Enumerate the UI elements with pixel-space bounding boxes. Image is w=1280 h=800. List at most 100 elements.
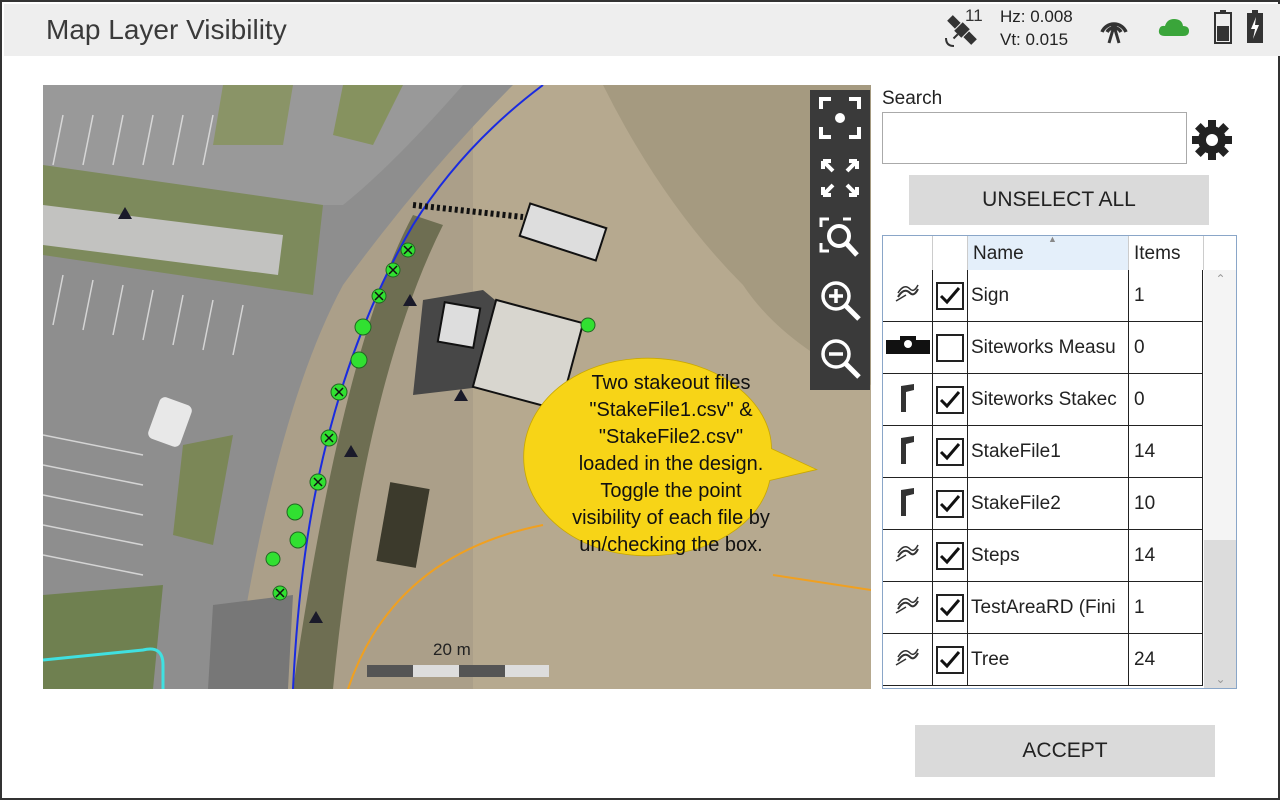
page-title: Map Layer Visibility <box>46 14 287 45</box>
layer-item-count: 0 <box>1129 322 1203 373</box>
table-row[interactable]: StakeFile2 10 <box>883 478 1203 530</box>
measure-instrument-icon <box>885 336 930 359</box>
layer-type-cell <box>883 270 933 321</box>
point-code-icon <box>894 283 922 308</box>
cloud-icon[interactable] <box>1158 16 1190 38</box>
layer-name: Siteworks Measu <box>968 322 1129 373</box>
fit-to-screen-button[interactable] <box>818 156 862 200</box>
scale-label: 20 m <box>433 640 471 659</box>
zoom-out-button[interactable] <box>818 336 862 380</box>
header-name-column[interactable]: ▲ Name <box>968 236 1129 270</box>
check-icon <box>939 546 961 564</box>
layer-type-cell <box>883 582 933 633</box>
stake-flag-icon <box>898 486 918 521</box>
table-row[interactable]: Siteworks Measu 0 <box>883 322 1203 374</box>
scale-bar <box>367 665 549 677</box>
layer-name: TestAreaRD (Fini <box>968 582 1129 633</box>
scroll-thumb[interactable] <box>1204 540 1236 688</box>
table-row[interactable]: TestAreaRD (Fini 1 <box>883 582 1203 634</box>
table-row[interactable]: Steps 14 <box>883 530 1203 582</box>
check-icon <box>939 598 961 616</box>
zoom-to-selection-icon <box>819 217 859 257</box>
scroll-up-icon[interactable]: ⌃ <box>1204 272 1236 290</box>
zoom-extents-icon <box>819 97 861 139</box>
visibility-cell <box>933 478 968 529</box>
visibility-checkbox[interactable] <box>936 541 964 570</box>
satellite-count: 11 <box>965 6 983 25</box>
layer-name: Sign <box>968 270 1129 321</box>
scroll-down-icon[interactable]: ⌄ <box>1204 672 1236 688</box>
visibility-checkbox[interactable] <box>936 645 964 674</box>
layer-type-cell <box>883 322 933 373</box>
layer-name: Siteworks Stakec <box>968 374 1129 425</box>
visibility-cell <box>933 634 968 685</box>
zoom-in-icon <box>821 281 861 321</box>
visibility-cell <box>933 426 968 477</box>
hz-precision: Hz: 0.008 <box>1000 7 1073 26</box>
layer-type-cell <box>883 426 933 477</box>
layer-name: StakeFile2 <box>968 478 1129 529</box>
point-code-icon <box>894 647 922 672</box>
callout-text: Two stakeout files "StakeFile1.csv" & "S… <box>572 372 770 556</box>
visibility-cell <box>933 322 968 373</box>
layer-type-cell <box>883 478 933 529</box>
fit-to-screen-icon <box>821 159 859 197</box>
check-icon <box>939 494 961 512</box>
layer-item-count: 1 <box>1129 270 1203 321</box>
title-bar: Map Layer Visibility <box>4 4 1280 56</box>
visibility-checkbox[interactable] <box>936 281 964 310</box>
check-icon <box>939 286 961 304</box>
zoom-in-button[interactable] <box>818 278 862 322</box>
zoom-out-icon <box>821 339 861 379</box>
radio-signal-icon[interactable] <box>1096 10 1132 44</box>
check-icon <box>939 390 961 408</box>
table-scrollbar[interactable]: ⌃ ⌄ <box>1204 270 1236 688</box>
layers-table: ▲ Name Items Sign 1 Siteworks Measu 0 Sitewo… <box>882 235 1237 689</box>
visibility-checkbox[interactable] <box>936 593 964 622</box>
visibility-cell <box>933 582 968 633</box>
layer-item-count: 14 <box>1129 530 1203 581</box>
header-icon-column[interactable] <box>883 236 933 270</box>
point-code-icon <box>894 595 922 620</box>
table-row[interactable]: Tree 24 <box>883 634 1203 686</box>
layer-name: Steps <box>968 530 1129 581</box>
precision-readout[interactable]: Hz: 0.008 Vt: 0.015 <box>1000 5 1073 51</box>
layer-name: Tree <box>968 634 1129 685</box>
zoom-extents-button[interactable] <box>818 96 862 140</box>
sort-ascending-icon: ▲ <box>1048 235 1057 244</box>
stake-flag-icon <box>898 382 918 417</box>
table-row[interactable]: StakeFile1 14 <box>883 426 1203 478</box>
header-items-column[interactable]: Items <box>1129 236 1204 270</box>
layer-item-count: 10 <box>1129 478 1203 529</box>
point-code-icon <box>894 543 922 568</box>
accept-button[interactable]: ACCEPT <box>915 725 1215 777</box>
check-icon <box>939 442 961 460</box>
table-row[interactable]: Siteworks Stakec 0 <box>883 374 1203 426</box>
layer-type-cell <box>883 530 933 581</box>
search-label: Search <box>882 88 943 109</box>
visibility-cell <box>933 270 968 321</box>
header-check-column[interactable] <box>933 236 968 270</box>
zoom-to-selection-button[interactable] <box>818 216 862 260</box>
layer-type-cell <box>883 374 933 425</box>
layer-item-count: 14 <box>1129 426 1203 477</box>
check-icon <box>939 650 961 668</box>
power-icon[interactable] <box>1246 10 1264 44</box>
table-header: ▲ Name Items <box>883 236 1236 270</box>
stake-flag-icon <box>898 434 918 469</box>
layer-item-count: 0 <box>1129 374 1203 425</box>
layer-item-count: 24 <box>1129 634 1203 685</box>
vt-precision: Vt: 0.015 <box>1000 30 1069 49</box>
layer-name: StakeFile1 <box>968 426 1129 477</box>
unselect-all-button[interactable]: UNSELECT ALL <box>909 175 1209 225</box>
gear-icon[interactable] <box>1190 118 1234 162</box>
table-row[interactable]: Sign 1 <box>883 270 1203 322</box>
search-input[interactable] <box>882 112 1187 164</box>
layer-type-cell <box>883 634 933 685</box>
visibility-checkbox[interactable] <box>936 437 964 466</box>
battery-icon[interactable] <box>1214 10 1232 44</box>
visibility-checkbox[interactable] <box>936 333 964 362</box>
visibility-checkbox[interactable] <box>936 385 964 414</box>
visibility-cell <box>933 530 968 581</box>
visibility-checkbox[interactable] <box>936 489 964 518</box>
